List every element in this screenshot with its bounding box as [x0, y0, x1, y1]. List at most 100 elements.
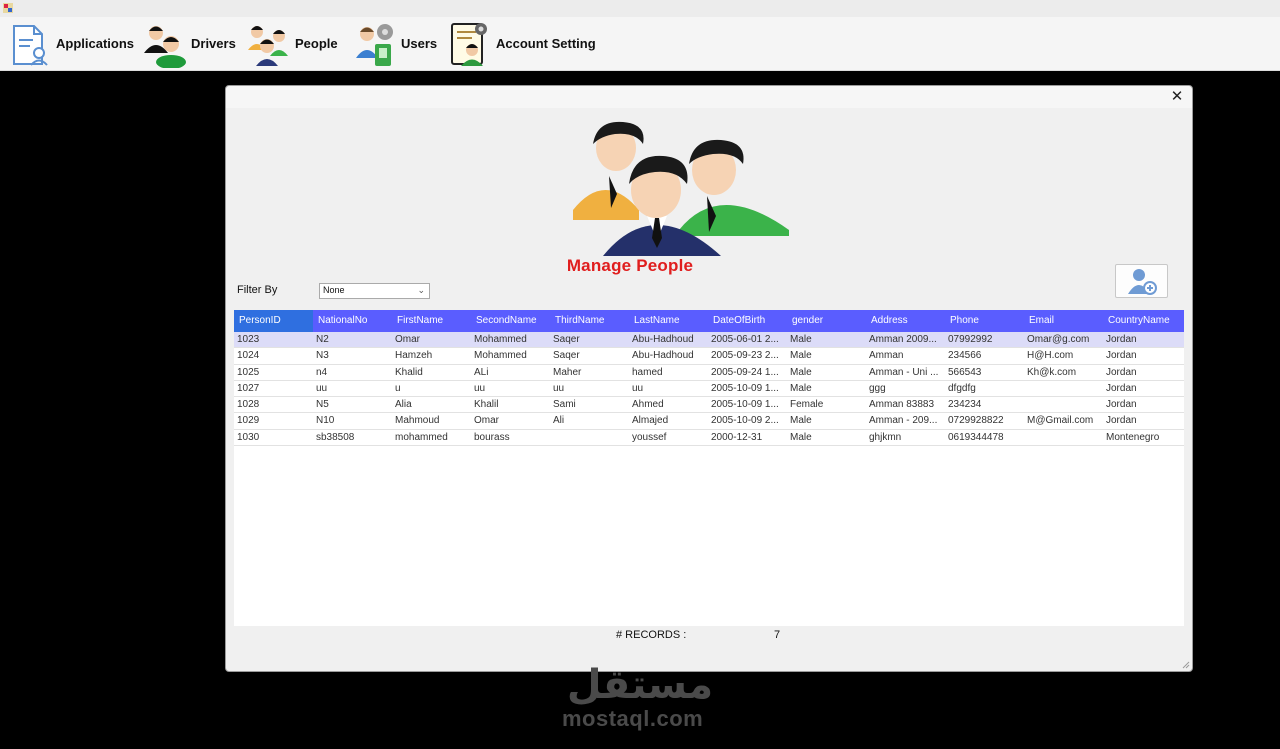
- table-cell: Khalid: [395, 366, 423, 378]
- table-cell: uu: [474, 382, 486, 394]
- table-cell: Mahmoud: [395, 415, 440, 427]
- table-cell: 1023: [237, 334, 260, 345]
- table-cell: [550, 430, 629, 445]
- table-row[interactable]: 1030 sb38508 mohammed bourass youssef 2000-12…: [234, 430, 1184, 447]
- menu-drivers[interactable]: Drivers: [143, 17, 236, 70]
- table-cell: [1024, 397, 1103, 412]
- table-cell: Almajed: [632, 415, 669, 427]
- table-cell: [1024, 430, 1103, 445]
- table-cell: Male: [790, 366, 812, 378]
- table-cell: 234566: [948, 350, 982, 362]
- table-cell: Saqer: [553, 350, 580, 362]
- menu-users[interactable]: Users: [353, 17, 437, 70]
- app-icon: [3, 3, 13, 13]
- column-header[interactable]: SecondName: [471, 310, 550, 332]
- column-header[interactable]: Phone: [945, 310, 1024, 332]
- table-cell: Ahmed: [632, 399, 664, 411]
- table-cell: ggg: [869, 382, 886, 394]
- table-cell: Amman 83883: [869, 399, 935, 411]
- table-cell: Alia: [395, 399, 412, 411]
- table-row[interactable]: 1027 uu u uu uu uu 2005-10-09 1... Male ggg dfgdf…: [234, 381, 1184, 398]
- page-title: Manage People: [566, 256, 694, 275]
- table-cell: sb38508: [316, 431, 355, 443]
- table-cell: H@H.com: [1027, 350, 1074, 362]
- table-cell: Male: [790, 350, 812, 362]
- table-cell: Sami: [553, 399, 576, 411]
- column-header[interactable]: Email: [1024, 310, 1103, 332]
- close-button[interactable]: ✕: [1168, 88, 1186, 106]
- table-row[interactable]: 1025 n4 Khalid ALi Maher hamed 2005-09-24 1...…: [234, 365, 1184, 381]
- table-cell: 2005-09-23 2...: [711, 350, 779, 362]
- table-cell: [1024, 381, 1103, 396]
- resize-grip-icon[interactable]: [1182, 661, 1190, 669]
- table-cell: n4: [316, 366, 328, 378]
- records-count: 7: [774, 629, 781, 641]
- table-cell: N5: [316, 399, 329, 411]
- table-cell: Jordan: [1106, 399, 1137, 411]
- table-cell: 566543: [948, 366, 982, 378]
- table-cell: ALi: [474, 366, 489, 378]
- table-cell: youssef: [632, 431, 667, 443]
- table-cell: bourass: [474, 431, 510, 443]
- column-header[interactable]: DateOfBirth: [708, 310, 787, 332]
- people-hero-icon: [573, 121, 789, 256]
- table-cell: Male: [790, 334, 812, 345]
- column-header[interactable]: Address: [866, 310, 945, 332]
- table-cell: 0729928822: [948, 415, 1004, 427]
- drivers-icon: [144, 25, 186, 68]
- table-cell: 2005-09-24 1...: [711, 366, 779, 378]
- table-cell: Montenegro: [1106, 431, 1160, 443]
- column-header[interactable]: gender: [787, 310, 866, 332]
- table-row[interactable]: 1023 N2 Omar Mohammed Saqer Abu-Hadhoud 2005-0…: [234, 332, 1184, 349]
- table-cell: M@Gmail.com: [1027, 415, 1094, 427]
- table-cell: Jordan: [1106, 382, 1137, 394]
- table-row[interactable]: 1028 N5 Alia Khalil Sami Ahmed 2005-10-09 1...…: [234, 397, 1184, 414]
- column-header[interactable]: CountryName: [1103, 310, 1182, 332]
- table-cell: Male: [790, 415, 812, 427]
- table-cell: 2005-10-09 2...: [711, 415, 779, 427]
- filter-by-dropdown[interactable]: None ⌄: [319, 283, 430, 299]
- menu-drivers-label: Drivers: [191, 36, 236, 51]
- table-row[interactable]: 1024 N3 Hamzeh Mohammed Saqer Abu-Hadhoud 2005…: [234, 348, 1184, 365]
- add-person-icon: [1127, 269, 1157, 295]
- table-cell: 0619344478: [948, 431, 1004, 443]
- add-person-button[interactable]: [1115, 264, 1168, 298]
- dialog-header: [226, 86, 1192, 108]
- table-cell: 1030: [237, 431, 260, 443]
- column-header[interactable]: LastName: [629, 310, 708, 332]
- table-cell: Omar@g.com: [1027, 334, 1090, 345]
- menu-applications-label: Applications: [56, 36, 135, 51]
- table-cell: uu: [632, 382, 644, 394]
- table-cell: ghjkmn: [869, 431, 902, 443]
- table-cell: 2000-12-31: [711, 431, 763, 443]
- table-cell: 2005-06-01 2...: [711, 334, 779, 345]
- table-cell: Saqer: [553, 334, 580, 345]
- table-cell: dfgdfg: [948, 382, 976, 394]
- table-cell: 07992992: [948, 334, 993, 345]
- table-cell: hamed: [632, 366, 663, 378]
- people-icon: [248, 25, 288, 66]
- column-header[interactable]: NationalNo: [313, 310, 392, 332]
- table-row[interactable]: 1029 N10 Mahmoud Omar Ali Almajed 2005-10-09 2…: [234, 413, 1184, 430]
- table-cell: Female: [790, 399, 824, 411]
- people-grid[interactable]: PersonID NationalNo FirstName SecondName Thi…: [234, 310, 1184, 626]
- table-cell: Hamzeh: [395, 350, 433, 362]
- menu-people[interactable]: People: [247, 17, 338, 70]
- table-cell: Amman - 209...: [869, 415, 938, 427]
- table-cell: u: [395, 382, 401, 394]
- column-header[interactable]: ThirdName: [550, 310, 629, 332]
- menu-applications[interactable]: Applications: [8, 17, 134, 70]
- filter-by-label: Filter By: [237, 284, 278, 296]
- column-header[interactable]: FirstName: [392, 310, 471, 332]
- table-cell: uu: [553, 382, 565, 394]
- table-cell: Amman 2009...: [869, 334, 937, 345]
- table-cell: Khalil: [474, 399, 499, 411]
- menu-account-setting[interactable]: Account Setting: [448, 17, 596, 70]
- menu-people-label: People: [295, 36, 338, 51]
- table-cell: 2005-10-09 1...: [711, 382, 779, 394]
- table-cell: Omar: [395, 334, 420, 345]
- menu-users-label: Users: [401, 36, 438, 51]
- users-icon: [356, 23, 393, 66]
- table-cell: N3: [316, 350, 329, 362]
- column-header[interactable]: PersonID: [234, 310, 313, 332]
